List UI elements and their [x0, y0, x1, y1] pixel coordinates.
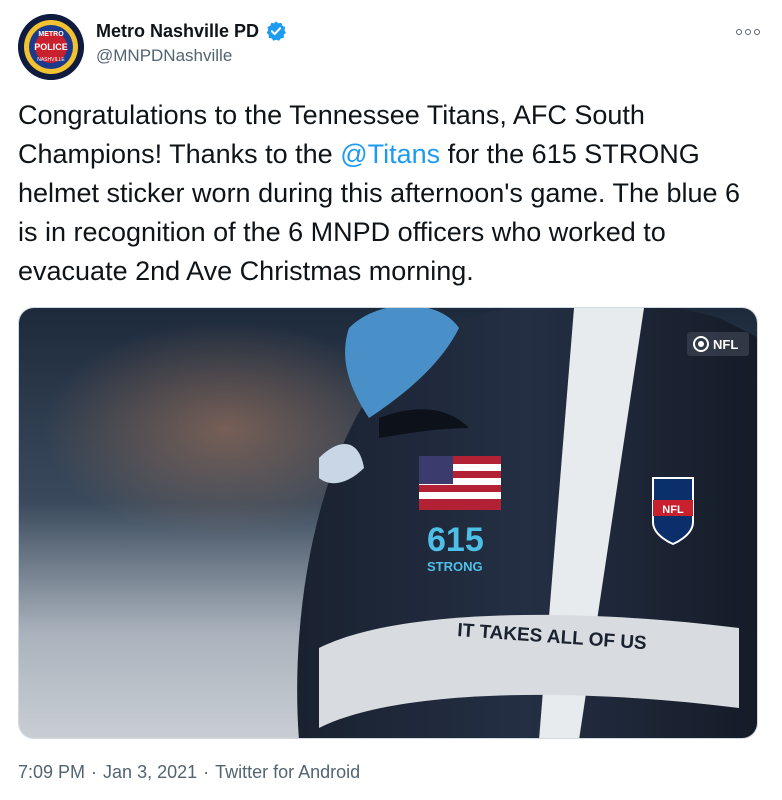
- avatar-badge-top: METRO: [38, 31, 64, 38]
- mention-link[interactable]: @Titans: [340, 139, 440, 169]
- meta-separator: ·: [203, 762, 210, 782]
- author-handle[interactable]: @MNPDNashville: [96, 46, 287, 66]
- tweet-source[interactable]: Twitter for Android: [215, 762, 360, 782]
- more-options-button[interactable]: [736, 26, 760, 38]
- more-dot-icon: [754, 29, 760, 35]
- author-name[interactable]: Metro Nashville PD: [96, 21, 259, 42]
- avatar-badge-mid: POLICE: [34, 42, 68, 52]
- tweet-meta: 7:09 PM · Jan 3, 2021 · Twitter for Android: [18, 762, 360, 783]
- author-block: Metro Nashville PD @MNPDNashville: [96, 20, 287, 66]
- tweet-text: Congratulations to the Tennessee Titans,…: [18, 96, 758, 291]
- avatar-badge-bottom: NASHVILLE: [37, 57, 65, 63]
- avatar[interactable]: METRO POLICE NASHVILLE: [18, 14, 84, 80]
- tweet-card: METRO POLICE NASHVILLE Metro Nashville P…: [0, 0, 782, 800]
- meta-separator: ·: [91, 762, 98, 782]
- sticker-word: STRONG: [427, 559, 483, 574]
- police-badge-icon: METRO POLICE NASHVILLE: [18, 14, 84, 80]
- more-dot-icon: [736, 29, 742, 35]
- sticker-number: 615: [427, 521, 484, 559]
- more-dot-icon: [745, 29, 751, 35]
- tweet-date[interactable]: Jan 3, 2021: [103, 762, 197, 782]
- tweet-time[interactable]: 7:09 PM: [18, 762, 85, 782]
- name-row: Metro Nashville PD: [96, 20, 287, 42]
- broadcast-logo: NFL: [713, 337, 738, 352]
- shield-text: NFL: [662, 504, 684, 516]
- tweet-media-image[interactable]: 615 STRONG NFL IT TAKES ALL OF US NFL: [18, 307, 758, 739]
- verified-badge-icon: [266, 21, 286, 41]
- helmet-photo: 615 STRONG NFL IT TAKES ALL OF US NFL: [19, 308, 757, 738]
